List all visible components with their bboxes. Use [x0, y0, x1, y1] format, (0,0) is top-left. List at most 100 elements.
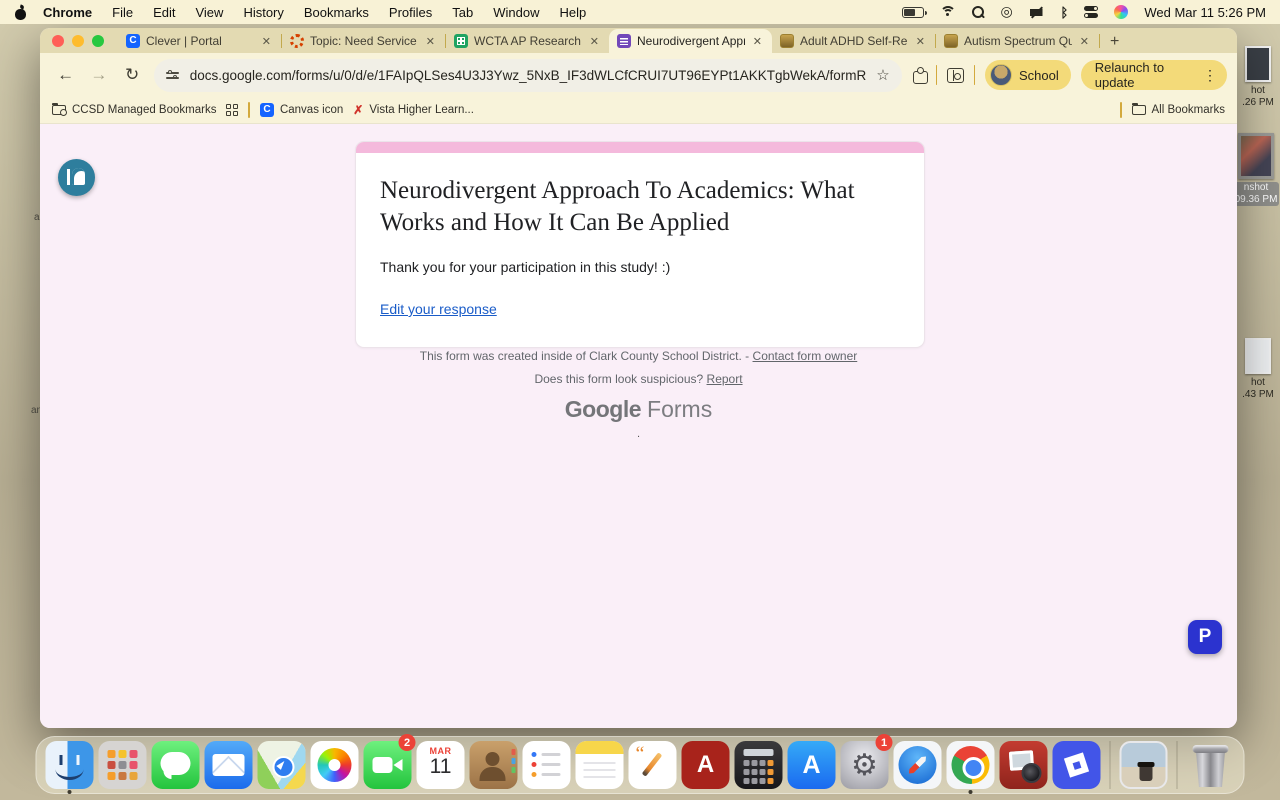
tab-close-icon[interactable]: ✕: [424, 35, 437, 48]
mute-icon[interactable]: [1030, 6, 1045, 19]
form-footer-suspicious: Does this form look suspicious? Report: [534, 372, 743, 386]
dock-photo-booth-icon[interactable]: [999, 736, 1048, 794]
tab-close-icon[interactable]: ✕: [751, 35, 764, 48]
floating-p-extension-button[interactable]: P: [1188, 620, 1222, 654]
menu-bar-clock[interactable]: Wed Mar 11 5:26 PM: [1144, 5, 1266, 20]
tab-close-icon[interactable]: ✕: [588, 35, 601, 48]
menu-file[interactable]: File: [102, 5, 143, 20]
siri-icon[interactable]: [1114, 5, 1129, 19]
tab-wcta-ap-research[interactable]: WCTA AP Research - ✕: [446, 29, 609, 53]
managed-folder-icon: [52, 103, 67, 116]
contact-form-owner-link[interactable]: Contact form owner: [753, 349, 858, 363]
menu-profiles[interactable]: Profiles: [379, 5, 442, 20]
dock-calendar-icon[interactable]: MAR 11: [416, 736, 465, 794]
menu-view[interactable]: View: [185, 5, 233, 20]
dock-chrome-icon[interactable]: [946, 736, 995, 794]
form-response-card: Neurodivergent Approach To Academics: Wh…: [355, 141, 925, 348]
bookmark-canvas[interactable]: C Canvas icon: [259, 103, 343, 117]
bookmark-vista-higher-learning[interactable]: ✗ Vista Higher Learn...: [353, 103, 474, 117]
canvas-favicon: [290, 34, 304, 48]
new-tab-button[interactable]: +: [1100, 33, 1129, 53]
image-favicon: [944, 34, 958, 48]
chrome-menu-icon[interactable]: ⋮: [1203, 67, 1217, 84]
tab-close-icon[interactable]: ✕: [1078, 35, 1091, 48]
profile-chip[interactable]: School: [984, 60, 1071, 90]
menu-tab[interactable]: Tab: [442, 5, 483, 20]
dock-photos-icon[interactable]: [310, 736, 359, 794]
bookmark-ccsd-managed[interactable]: CCSD Managed Bookmarks: [52, 103, 216, 116]
tab-clever-portal[interactable]: C Clever | Portal ✕: [118, 29, 281, 53]
dock-facetime-icon[interactable]: 2: [363, 734, 416, 794]
google-forms-page: Neurodivergent Approach To Academics: Wh…: [40, 124, 1237, 728]
menu-window[interactable]: Window: [483, 5, 549, 20]
extension-overlay-icon[interactable]: [58, 159, 95, 196]
dock-calculator-icon[interactable]: [734, 736, 783, 794]
tab-close-icon[interactable]: ✕: [260, 35, 273, 48]
dock-roblox-icon[interactable]: [1052, 736, 1101, 794]
report-link[interactable]: Report: [707, 372, 743, 386]
dock-safari-icon[interactable]: [893, 736, 942, 794]
spotlight-search-icon[interactable]: [971, 5, 985, 19]
zoom-window-button[interactable]: [92, 34, 104, 47]
dock-reminders-icon[interactable]: [522, 736, 571, 794]
menu-app-name[interactable]: Chrome: [33, 5, 102, 20]
dock-messages-icon[interactable]: [151, 736, 200, 794]
reload-button[interactable]: ↻: [120, 65, 143, 85]
sheets-favicon: [454, 34, 468, 48]
menu-history[interactable]: History: [233, 5, 293, 20]
tab-autism-spectrum[interactable]: Autism Spectrum Quo ✕: [936, 29, 1099, 53]
dock-acrobat-icon[interactable]: A: [681, 736, 730, 794]
site-settings-icon[interactable]: [165, 69, 180, 81]
chrome-window: C Clever | Portal ✕ Topic: Need Service …: [40, 28, 1237, 728]
back-button[interactable]: ←: [54, 65, 77, 85]
tab-neurodivergent-active[interactable]: Neurodivergent Appr ✕: [609, 29, 772, 53]
dock-app-store-icon[interactable]: A: [787, 736, 836, 794]
hotspot-icon[interactable]: [1001, 3, 1014, 20]
profile-avatar: [989, 64, 1012, 86]
close-window-button[interactable]: [52, 34, 64, 47]
tab-close-icon[interactable]: ✕: [914, 35, 927, 48]
menu-help[interactable]: Help: [550, 5, 597, 20]
extensions-icon[interactable]: [912, 67, 929, 84]
dock-notes-icon[interactable]: [575, 736, 624, 794]
dock-mail-icon[interactable]: [204, 736, 253, 794]
apps-grid-icon[interactable]: [226, 104, 239, 116]
edit-your-response-link[interactable]: Edit your response: [380, 301, 497, 317]
form-theme-strip: [356, 142, 924, 153]
footer-dot: .: [636, 428, 641, 440]
battery-icon[interactable]: [901, 6, 927, 18]
menu-edit[interactable]: Edit: [143, 5, 185, 20]
dock-pages-icon[interactable]: [628, 736, 677, 794]
dock-system-settings-icon[interactable]: ⚙ 1: [840, 734, 893, 794]
desktop-label-fragment: a: [34, 212, 40, 223]
dock-maps-icon[interactable]: [257, 736, 306, 794]
minimize-window-button[interactable]: [72, 34, 84, 47]
dock-downloads-stack-icon[interactable]: [1119, 736, 1168, 794]
form-title: Neurodivergent Approach To Academics: Wh…: [380, 177, 855, 236]
form-footer-created: This form was created inside of Clark Co…: [419, 349, 858, 363]
tab-adult-adhd[interactable]: Adult ADHD Self-Rep ✕: [772, 29, 935, 53]
bluetooth-icon[interactable]: ᛒ: [1061, 5, 1069, 20]
control-center-icon[interactable]: [1084, 6, 1099, 18]
relaunch-to-update-button[interactable]: Relaunch to update ⋮: [1080, 60, 1227, 90]
url-text[interactable]: docs.google.com/forms/u/0/d/e/1FAIpQLSes…: [190, 68, 867, 83]
form-confirmation-text: Thank you for your participation in this…: [380, 259, 671, 275]
clever-favicon: C: [126, 34, 140, 48]
tab-strip: C Clever | Portal ✕ Topic: Need Service …: [40, 28, 1237, 53]
dock-contacts-icon[interactable]: [469, 736, 518, 794]
dock-trash-icon[interactable]: [1187, 736, 1235, 794]
tab-topic-need-service[interactable]: Topic: Need Service H ✕: [282, 29, 445, 53]
dock-finder-icon[interactable]: [45, 736, 94, 794]
menu-bookmarks[interactable]: Bookmarks: [294, 5, 379, 20]
dock-launchpad-icon[interactable]: [98, 736, 147, 794]
bookmark-star-icon[interactable]: ☆: [876, 66, 889, 84]
wifi-icon[interactable]: [939, 6, 956, 18]
sidebar-search-icon[interactable]: [947, 67, 964, 83]
settings-badge: 1: [875, 734, 893, 751]
all-bookmarks-button[interactable]: All Bookmarks: [1131, 103, 1225, 116]
file-thumbnail: [1245, 338, 1271, 374]
apple-menu-icon[interactable]: [14, 5, 27, 20]
bookmarks-bar: CCSD Managed Bookmarks C Canvas icon ✗ V…: [40, 97, 1237, 124]
forward-button[interactable]: →: [87, 65, 110, 85]
address-bar[interactable]: docs.google.com/forms/u/0/d/e/1FAIpQLSes…: [153, 58, 902, 92]
